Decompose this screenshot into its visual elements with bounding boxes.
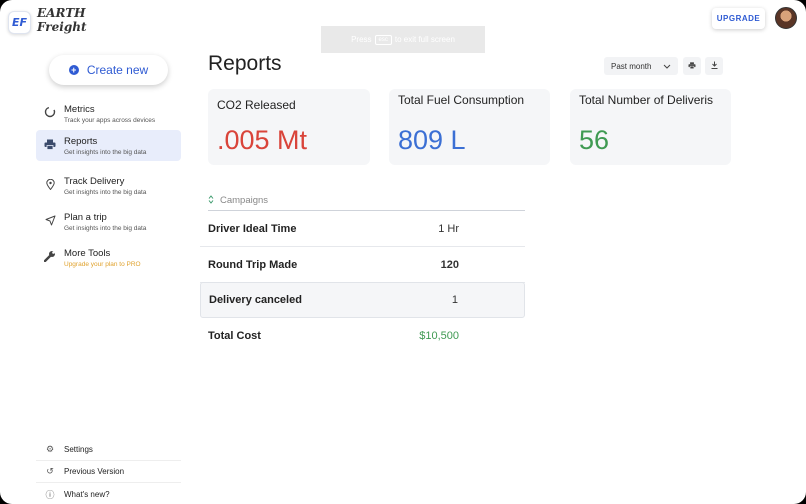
sidebar-item-subtitle: Get insights into the big data xyxy=(64,188,147,196)
sort-icon xyxy=(208,195,214,206)
sidebar-item-title: Track Delivery xyxy=(64,175,125,187)
table-row[interactable]: Round Trip Made 120 xyxy=(200,247,525,283)
plus-circle-icon: + xyxy=(68,65,79,75)
info-icon: ⓘ xyxy=(45,489,55,500)
row-label: Total Cost xyxy=(208,330,261,342)
location-pin-icon xyxy=(36,178,64,193)
page-title: Reports xyxy=(208,52,282,75)
sidebar-item-title: Metrics xyxy=(64,103,95,115)
toast-pre: Press xyxy=(351,35,372,44)
previous-version-label: Previous Version xyxy=(64,467,125,476)
logo-badge: EF xyxy=(8,10,31,34)
sidebar-previous-version[interactable]: ↺ Previous Version xyxy=(36,461,181,483)
history-icon: ↺ xyxy=(46,466,54,476)
fuel-card: Total Fuel Consumption 809 L xyxy=(389,89,550,165)
sidebar-item-metrics[interactable]: Metrics Track your apps across devices xyxy=(36,98,181,129)
sidebar-item-title: Reports xyxy=(64,135,98,147)
toast-key: esc xyxy=(374,34,392,45)
sidebar-item-subtitle: Track your apps across devices xyxy=(64,116,156,124)
chevron-down-icon xyxy=(663,62,671,71)
row-value: 1 Hr xyxy=(438,222,459,235)
row-value: $10,500 xyxy=(419,330,459,342)
period-value: Past month xyxy=(611,61,652,71)
card-value: .005 Mt xyxy=(217,125,308,155)
printer-icon xyxy=(688,61,696,71)
card-value: 809 L xyxy=(398,125,466,155)
sidebar-item-title: Plan a trip xyxy=(64,211,107,223)
row-value: 120 xyxy=(440,258,459,271)
sidebar-item-more-tools[interactable]: More Tools Upgrade your plan to PRO xyxy=(36,242,181,273)
campaigns-header[interactable]: Campaigns xyxy=(208,191,525,211)
table-row[interactable]: Total Cost $10,500 xyxy=(200,318,525,354)
metrics-icon xyxy=(36,106,64,121)
toast-post: to exit full screen xyxy=(394,35,455,44)
fullscreen-toast: Press esc to exit full screen xyxy=(321,26,485,53)
sidebar-item-reports[interactable]: Reports Get insights into the big data xyxy=(36,130,181,161)
sidebar-item-track-delivery[interactable]: Track Delivery Get insights into the big… xyxy=(36,170,181,201)
table-row[interactable]: Driver Ideal Time 1 Hr xyxy=(200,211,525,247)
deliveries-card: Total Number of Deliveris 56 xyxy=(570,89,731,165)
app-logo[interactable]: EF EARTH Freight xyxy=(8,6,86,34)
co2-card: CO2 Released .005 Mt xyxy=(208,89,370,165)
printer-icon xyxy=(36,139,64,153)
wrench-icon xyxy=(36,250,64,265)
sidebar-item-subtitle: Get insights into the big data xyxy=(64,148,147,156)
whats-new-label: What's new? xyxy=(64,489,110,499)
row-value: 1 xyxy=(451,294,458,306)
download-icon xyxy=(711,61,718,71)
row-label: Driver Ideal Time xyxy=(208,222,297,235)
sidebar-item-subtitle: Get insights into the big data xyxy=(64,224,147,232)
card-label: Total Number of Deliveris xyxy=(579,93,714,107)
row-label: Delivery canceled xyxy=(209,294,302,306)
download-button[interactable] xyxy=(705,57,723,75)
logo-line-1: EARTH xyxy=(37,6,86,20)
create-new-label: Create new xyxy=(86,63,149,77)
settings-label: Settings xyxy=(64,445,93,454)
campaigns-label: Campaigns xyxy=(220,195,269,206)
card-label: Total Fuel Consumption xyxy=(398,93,525,107)
sidebar-item-subtitle: Upgrade your plan to PRO xyxy=(64,260,141,268)
navigation-arrow-icon xyxy=(36,215,64,229)
app-window: EF EARTH Freight Press esc to exit full … xyxy=(0,0,806,504)
print-button[interactable] xyxy=(683,57,701,75)
sidebar-item-title: More Tools xyxy=(64,247,111,259)
row-label: Round Trip Made xyxy=(208,258,298,271)
card-label: CO2 Released xyxy=(217,98,296,112)
create-new-button[interactable]: + Create new xyxy=(49,55,168,85)
gear-icon: ⚙ xyxy=(45,444,55,454)
upgrade-button[interactable]: UPGRADE xyxy=(712,8,765,29)
avatar[interactable] xyxy=(775,7,797,29)
period-select[interactable]: Past month xyxy=(604,57,678,75)
logo-line-2: Freight xyxy=(37,20,87,34)
logo-text: EARTH Freight xyxy=(37,6,86,34)
sidebar-settings[interactable]: ⚙ Settings xyxy=(36,439,181,461)
table-row[interactable]: Delivery canceled 1 xyxy=(200,282,525,318)
sidebar-whats-new[interactable]: ⓘ What's new? xyxy=(36,483,181,504)
card-value: 56 xyxy=(579,125,610,155)
sidebar-item-plan-a-trip[interactable]: Plan a trip Get insights into the big da… xyxy=(36,206,181,237)
